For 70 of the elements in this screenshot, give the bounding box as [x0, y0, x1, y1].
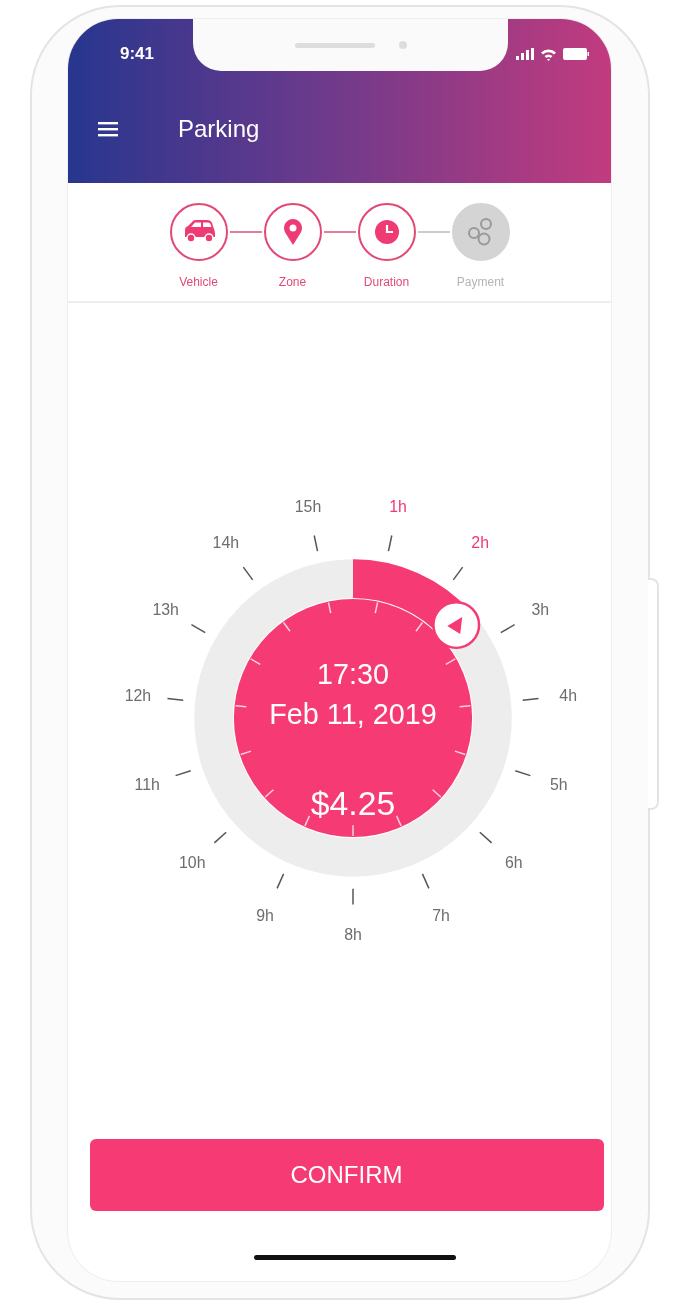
tick-mark — [304, 815, 311, 827]
hour-label: 14h — [212, 534, 240, 552]
step-label: Payment — [456, 275, 505, 289]
hour-label: 10h — [179, 854, 206, 872]
tick-mark — [264, 788, 275, 798]
menu-icon — [98, 121, 118, 137]
tick-mark — [250, 658, 261, 666]
price-text: $4.25 — [310, 784, 396, 823]
hour-label: 8h — [344, 925, 362, 943]
screen-title: Parking — [178, 115, 260, 143]
tick-mark — [234, 704, 248, 708]
hour-label: 2h — [471, 534, 489, 552]
hour-label: 4h — [559, 686, 577, 704]
tick-mark — [395, 815, 402, 827]
hour-label: 1h — [389, 497, 407, 515]
tick-mark — [479, 831, 493, 844]
tick-mark — [500, 623, 516, 634]
step-label: Zone — [278, 275, 307, 289]
clock-icon — [373, 219, 400, 245]
end-date: Feb 11, 2019 — [269, 698, 437, 731]
step-indicator[interactable] — [169, 203, 228, 261]
step-connector — [323, 231, 356, 233]
tick-mark — [522, 697, 540, 701]
tick-mark — [190, 623, 206, 634]
hour-label: 3h — [531, 601, 550, 619]
confirm-button[interactable]: CONFIRM — [89, 1139, 604, 1211]
location-pin-icon — [282, 218, 303, 246]
wifi-icon — [540, 47, 557, 61]
hour-label: 9h — [256, 907, 274, 925]
step-indicator[interactable] — [357, 203, 416, 261]
tick-mark — [242, 566, 254, 581]
tick-mark — [352, 887, 354, 906]
signal-icon — [516, 48, 534, 60]
tick-mark — [352, 824, 354, 837]
tick-mark — [458, 704, 472, 708]
tick-mark — [213, 831, 227, 844]
dial-handle[interactable] — [432, 601, 481, 650]
tick-mark — [174, 770, 192, 777]
tick-mark — [327, 601, 332, 614]
hour-label: 5h — [549, 776, 568, 794]
step-connector — [417, 231, 450, 233]
hour-label: 12h — [124, 686, 152, 704]
end-time: 17:30 — [317, 658, 389, 691]
tick-mark — [374, 601, 379, 614]
hour-label: 13h — [152, 601, 179, 619]
step-label: Duration — [363, 275, 410, 289]
hour-label: 15h — [294, 497, 322, 515]
duration-dial[interactable]: 15h 1h 14h 2h 13h 3h 17:30 12h Feb 11, 2019 4h 11h $4.25 5h 10h 6h 9h 8h 7h — [95, 458, 611, 978]
tick-mark — [415, 621, 424, 633]
step-connector — [229, 231, 262, 233]
hour-label: 11h — [134, 776, 160, 794]
step-indicator[interactable] — [263, 203, 322, 261]
tick-mark — [421, 873, 430, 890]
status-time: 9:41 — [120, 44, 155, 64]
tick-mark — [276, 873, 285, 890]
tick-mark — [452, 566, 464, 581]
camera-dot — [398, 41, 407, 49]
hour-label: 6h — [504, 854, 523, 872]
tick-mark — [239, 750, 252, 756]
tick-mark — [431, 788, 442, 798]
tick-mark — [387, 534, 393, 552]
hour-label: 7h — [432, 907, 450, 925]
tick-mark — [166, 697, 184, 701]
tick-mark — [514, 770, 532, 777]
tick-mark — [282, 621, 291, 633]
tick-mark — [445, 658, 456, 666]
tick-mark — [313, 534, 319, 552]
step-label: Vehicle — [179, 275, 218, 289]
tick-mark — [454, 750, 467, 756]
battery-icon — [563, 48, 589, 60]
